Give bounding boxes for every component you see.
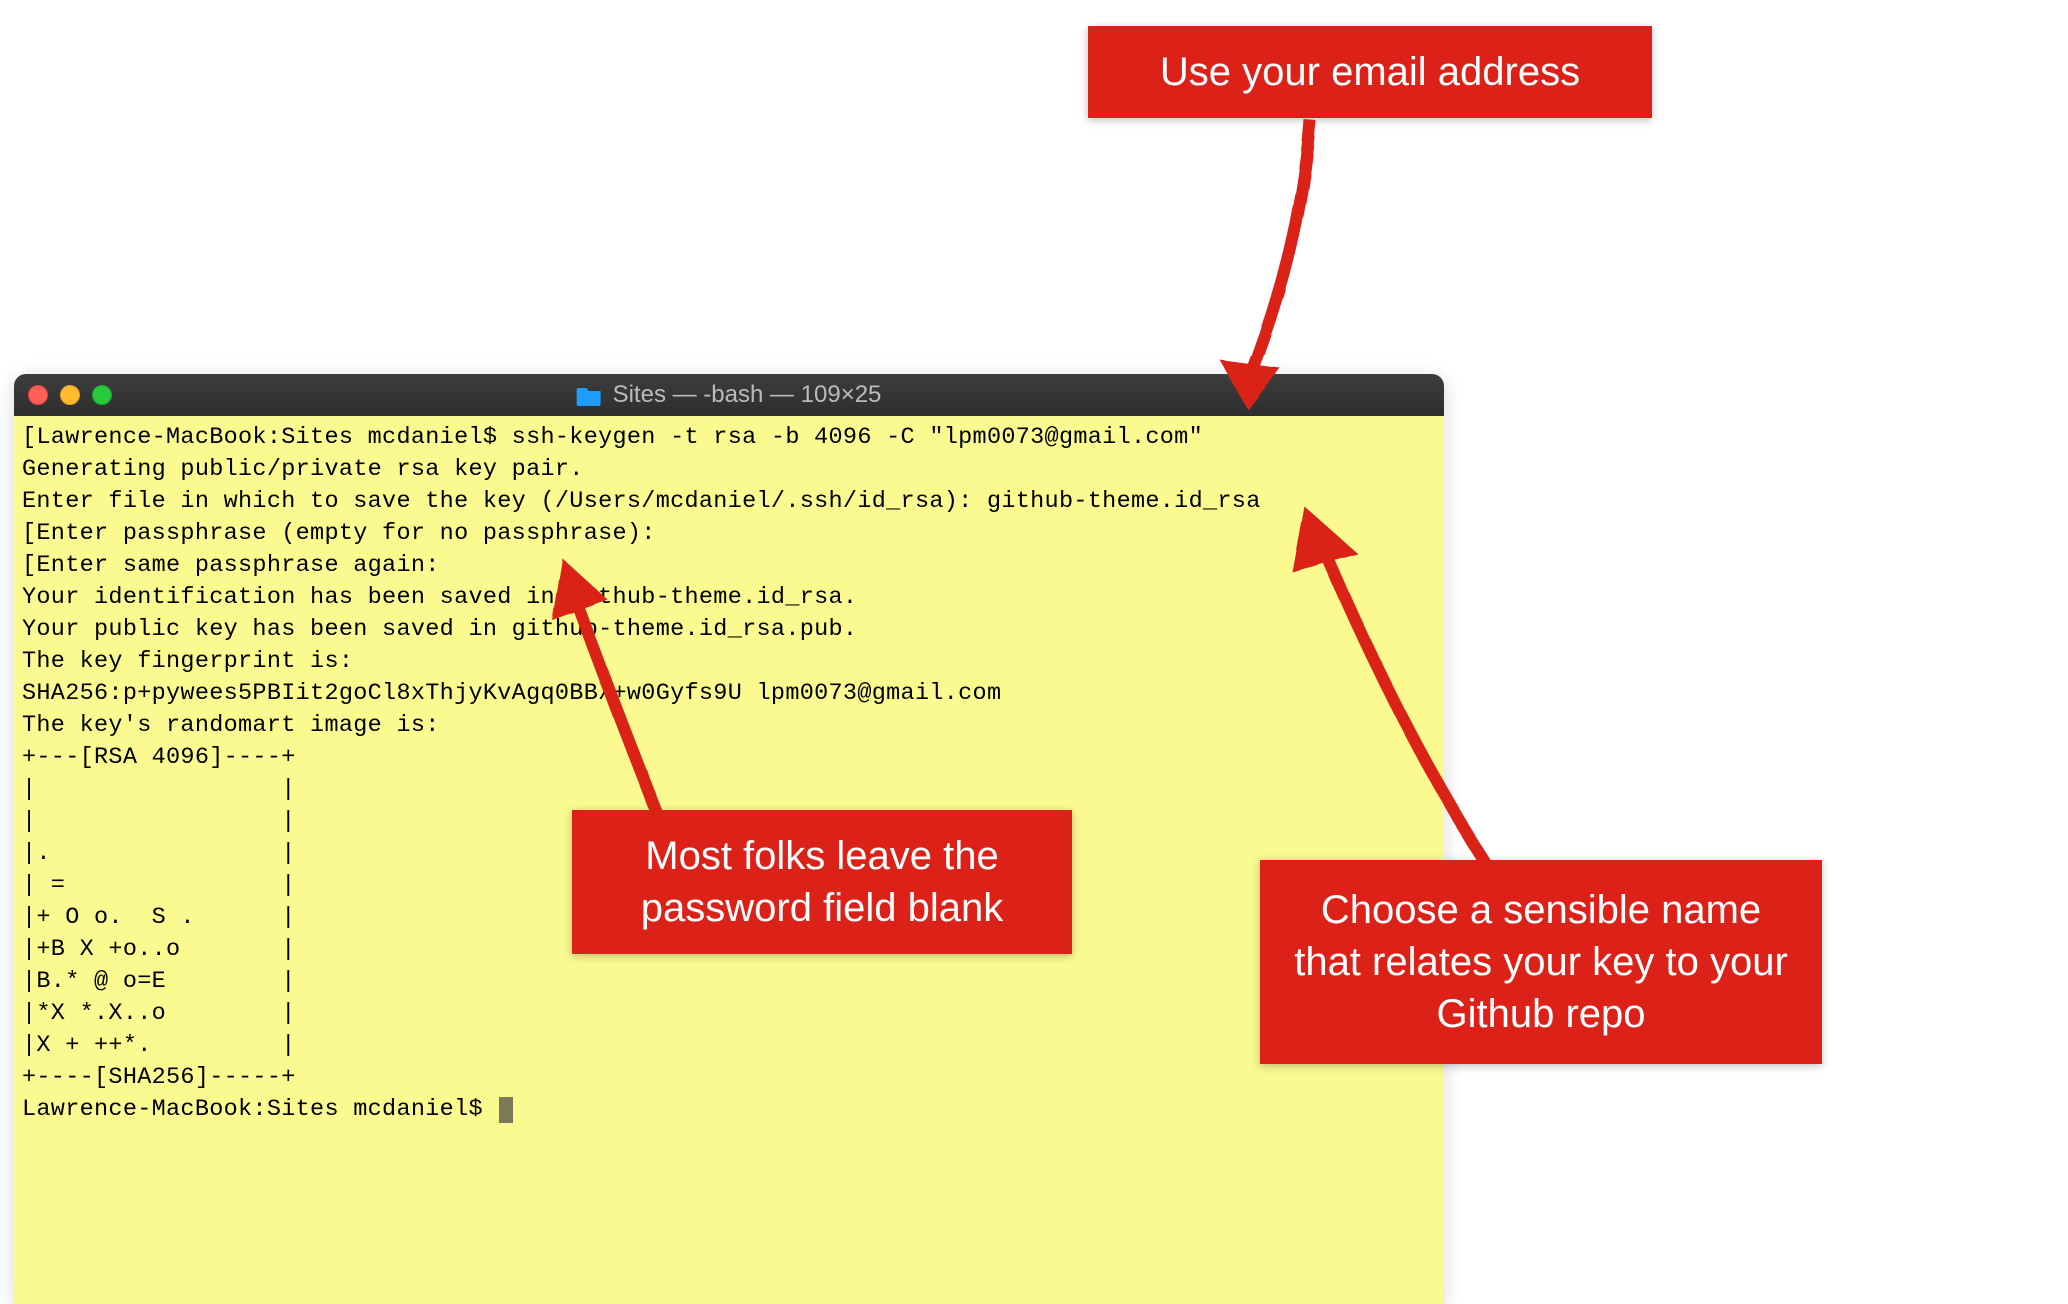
annotation-keyname: Choose a sensible name that relates your… <box>1260 860 1822 1064</box>
terminal-line: Lawrence-MacBook:Sites mcdaniel$ <box>22 1096 497 1123</box>
annotation-text: Most folks leave the password field blan… <box>641 834 1003 930</box>
minimize-button[interactable] <box>60 385 80 405</box>
terminal-line: | = | <box>22 872 296 899</box>
annotation-text: Use your email address <box>1160 50 1580 94</box>
terminal-line: [Enter same passphrase again: <box>22 552 440 579</box>
window-title: Sites — -bash — 109×25 <box>577 381 882 409</box>
terminal-line: |*X *.X..o | <box>22 1000 296 1027</box>
terminal-line: |B.* @ o=E | <box>22 968 296 995</box>
terminal-line: |. | <box>22 840 296 867</box>
terminal-line: |+B X +o..o | <box>22 936 296 963</box>
annotation-email: Use your email address <box>1088 26 1652 118</box>
maximize-button[interactable] <box>92 385 112 405</box>
terminal-line: |+ O o. S . | <box>22 904 296 931</box>
folder-icon <box>577 385 603 405</box>
annotation-text: Choose a sensible name that relates your… <box>1294 888 1788 1036</box>
terminal-line: |X + ++*. | <box>22 1032 296 1059</box>
terminal-line: [Lawrence-MacBook:Sites mcdaniel$ ssh-ke… <box>22 424 1203 451</box>
cursor <box>499 1097 513 1123</box>
terminal-line: +----[SHA256]-----+ <box>22 1064 296 1091</box>
terminal-line: SHA256:p+pywees5PBIit2goCl8xThjyKvAgq0BB… <box>22 680 1001 707</box>
terminal-line: Your identification has been saved in gi… <box>22 584 857 611</box>
terminal-line: Your public key has been saved in github… <box>22 616 857 643</box>
terminal-output[interactable]: [Lawrence-MacBook:Sites mcdaniel$ ssh-ke… <box>14 416 1444 1132</box>
terminal-line: Generating public/private rsa key pair. <box>22 456 584 483</box>
window-titlebar: Sites — -bash — 109×25 <box>14 374 1444 416</box>
annotation-passphrase: Most folks leave the password field blan… <box>572 810 1072 954</box>
window-title-text: Sites — -bash — 109×25 <box>613 381 882 409</box>
terminal-line: Enter file in which to save the key (/Us… <box>22 488 1261 515</box>
traffic-lights <box>28 385 112 405</box>
terminal-line: | | <box>22 776 296 803</box>
close-button[interactable] <box>28 385 48 405</box>
terminal-line: [Enter passphrase (empty for no passphra… <box>22 520 656 547</box>
terminal-line: +---[RSA 4096]----+ <box>22 744 296 771</box>
terminal-line: The key's randomart image is: <box>22 712 440 739</box>
terminal-line: The key fingerprint is: <box>22 648 353 675</box>
terminal-line: | | <box>22 808 296 835</box>
